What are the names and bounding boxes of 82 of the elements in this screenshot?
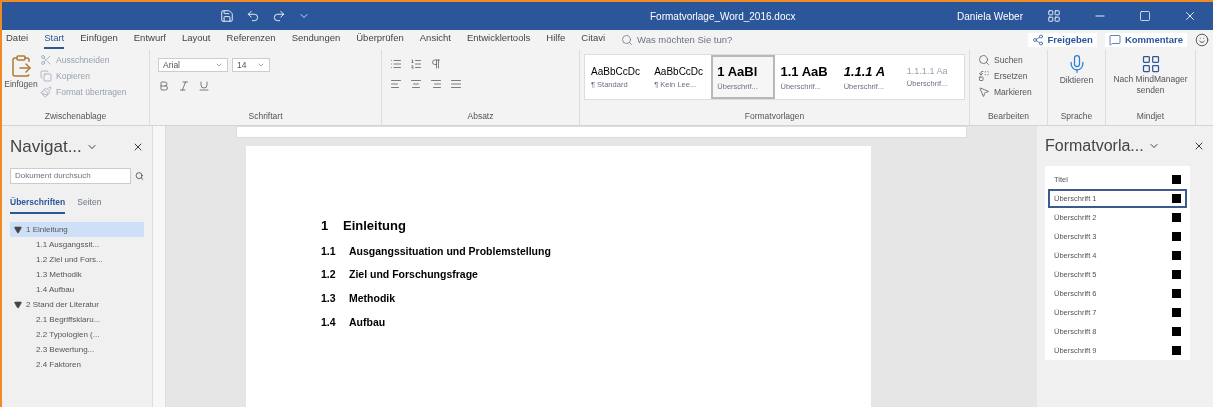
window-title: Formatvorlage_Word_2016.docx: [650, 9, 796, 24]
heading-item[interactable]: 1 Einleitung: [10, 222, 144, 238]
heading-item[interactable]: 1.3 Methodik: [10, 267, 144, 283]
font-size-field[interactable]: 14: [232, 58, 270, 72]
pane-title: Formatvorla...: [1045, 136, 1144, 156]
ribbon-tab[interactable]: Datei: [6, 31, 29, 49]
editing-command[interactable]: Markieren: [978, 85, 1039, 99]
numbering-icon[interactable]: [410, 58, 422, 70]
document-heading: 1 Einleitung: [321, 217, 407, 235]
ribbon-tab[interactable]: Einfügen: [80, 31, 118, 49]
document-heading: 1.3 Methodik: [321, 291, 397, 306]
caret-icon[interactable]: [257, 61, 265, 69]
expanded-icon[interactable]: [14, 225, 22, 234]
heading-item[interactable]: 2.3 Bewertung...: [10, 342, 144, 358]
ribbon-tab[interactable]: Referenzen: [226, 31, 276, 49]
heading-item[interactable]: 1.2 Ziel und Fors...: [10, 252, 144, 268]
undo-icon[interactable]: [246, 9, 260, 23]
heading-item[interactable]: 1.4 Aufbau: [10, 282, 144, 298]
search-field[interactable]: Dokument durchsuch: [10, 167, 132, 184]
italic-icon[interactable]: [178, 80, 190, 92]
document-heading: 1.2 Ziel und Forschungsfrage: [321, 267, 479, 283]
ribbon-tab[interactable]: Layout: [182, 31, 211, 49]
close-icon[interactable]: [1193, 140, 1205, 152]
justify-icon[interactable]: [450, 78, 462, 90]
ribbon-tab[interactable]: Sendungen: [291, 31, 341, 49]
document-heading: 1.1 Ausgangssituation und Problemstellung: [321, 243, 552, 259]
expanded-icon[interactable]: [14, 300, 22, 309]
mindmanager-button[interactable]: Nach MindManager senden: [1106, 50, 1195, 96]
pane-tab[interactable]: Überschriften: [10, 195, 66, 215]
scissors-icon[interactable]: [40, 54, 52, 67]
align-right-icon[interactable]: [430, 78, 442, 90]
search-icon[interactable]: [135, 170, 144, 181]
pane-tab[interactable]: Seiten: [77, 195, 102, 215]
dictate-button[interactable]: Diktieren: [1048, 50, 1105, 87]
comments-button[interactable]: Kommentare: [1104, 32, 1187, 48]
heading-item[interactable]: 1.1 Ausgangssit...: [10, 237, 144, 253]
underline-icon[interactable]: [198, 80, 210, 92]
group-label: Absatz: [466, 110, 495, 124]
align-center-icon[interactable]: [410, 78, 422, 90]
paste-button[interactable]: Einfügen: [6, 54, 36, 111]
clipboard-icon[interactable]: [9, 54, 33, 78]
heading-item[interactable]: 2 Stand der Literatur: [10, 297, 144, 313]
pane-title: Navigat...: [10, 136, 82, 158]
smiley-icon[interactable]: [1195, 33, 1209, 47]
search-icon[interactable]: [621, 34, 634, 46]
replace-icon[interactable]: [978, 70, 990, 83]
search-icon[interactable]: [978, 54, 990, 67]
group-label: Zwischenablage: [43, 110, 108, 124]
ribbon-tab[interactable]: Start: [44, 31, 65, 49]
ribbon-tab[interactable]: Entwicklertools: [466, 31, 531, 49]
editing-command[interactable]: Ersetzen: [978, 69, 1039, 83]
tell-me-field[interactable]: Was möchten Sie tun?: [637, 32, 788, 48]
comment-icon[interactable]: [1108, 34, 1121, 46]
caret-icon[interactable]: [215, 61, 223, 69]
bold-icon[interactable]: [158, 80, 170, 92]
group-label: Schriftart: [247, 110, 284, 124]
ribbon-tab[interactable]: Citavi: [581, 31, 606, 49]
heading-item[interactable]: 2.2 Typologien (...: [10, 327, 144, 343]
group-label: Formatvorlagen: [743, 110, 806, 124]
group-label: Mindjet: [1135, 110, 1166, 124]
user-name: Daniela Weber: [957, 9, 1023, 24]
share-button[interactable]: Freigeben: [1027, 32, 1097, 48]
share-icon[interactable]: [1031, 34, 1044, 46]
pilcrow-icon[interactable]: [430, 58, 442, 70]
ribbon-tab[interactable]: Überprüfen: [356, 31, 404, 49]
maximize-icon[interactable]: [1139, 10, 1151, 22]
bullets-icon[interactable]: [390, 58, 402, 70]
align-left-icon[interactable]: [390, 78, 402, 90]
font-name-field[interactable]: Arial: [158, 58, 228, 72]
ribbon-tab[interactable]: Hilfe: [546, 31, 566, 49]
heading-item[interactable]: 2.4 Faktoren: [10, 357, 144, 373]
editing-command[interactable]: Suchen: [978, 54, 1039, 67]
group-label: Bearbeiten: [986, 110, 1031, 124]
redo-icon[interactable]: [272, 9, 286, 23]
ribbon-tab[interactable]: Ansicht: [419, 31, 451, 49]
heading-item[interactable]: 2.1 Begriffsklaru...: [10, 312, 144, 328]
group-label: Sprache: [1059, 110, 1094, 124]
save-icon[interactable]: [220, 9, 234, 23]
ribbon-tab[interactable]: Entwurf: [133, 31, 166, 49]
close-icon[interactable]: [1183, 9, 1197, 23]
pointer-icon[interactable]: [978, 85, 990, 98]
document-heading: 1.4 Aufbau: [321, 314, 387, 330]
